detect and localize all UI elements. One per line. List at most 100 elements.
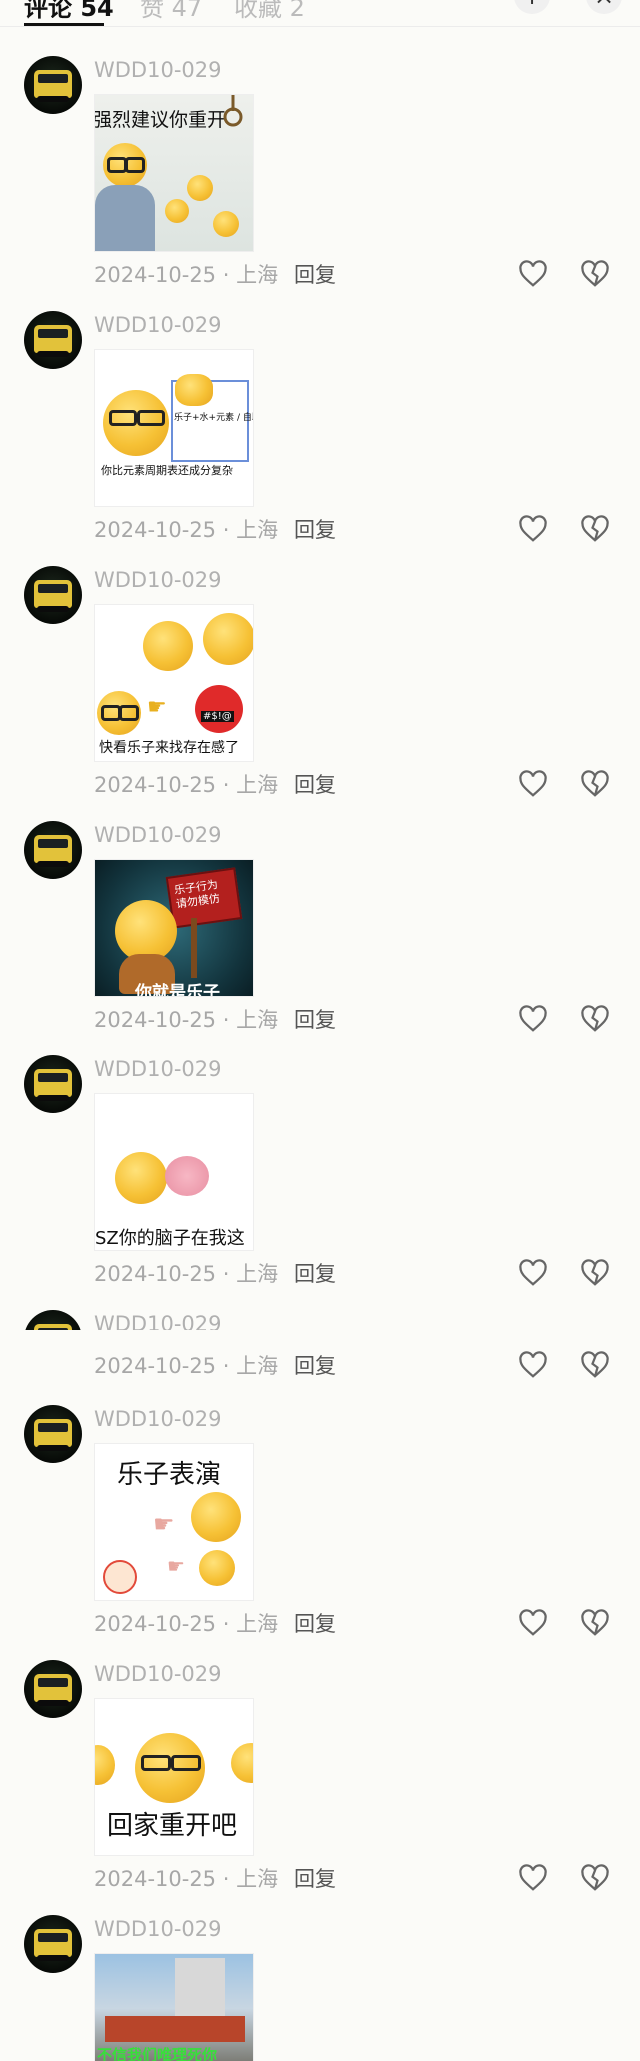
comment-sticker-image[interactable]: 不信我们唯理死你 xyxy=(94,1953,254,2061)
reply-button[interactable]: 回复 xyxy=(294,769,336,799)
sticker-subcaption: #$!@ xyxy=(201,711,234,722)
tab-comments[interactable]: 评论 54 xyxy=(24,0,114,23)
heart-icon[interactable] xyxy=(518,1004,548,1034)
avatar[interactable] xyxy=(24,566,82,624)
comment-location: 上海 xyxy=(236,1354,279,1378)
broken-heart-icon[interactable] xyxy=(580,1608,610,1638)
rofl-emoji-icon xyxy=(203,613,253,665)
tab-likes[interactable]: 赞 47 xyxy=(140,0,202,23)
broken-heart-icon[interactable] xyxy=(580,1258,610,1288)
comment-username[interactable]: WDD10-029 xyxy=(94,1407,222,1431)
comment-date: 2024-10-25 xyxy=(94,1867,217,1891)
comment-date: 2024-10-25 xyxy=(94,1262,217,1286)
top-tab-bar: 评论 54 赞 47 收藏 2 + × xyxy=(0,0,640,27)
sticker-caption: SZ你的脑子在我这 xyxy=(95,1228,245,1249)
fist-icon xyxy=(175,374,213,406)
reply-button[interactable]: 回复 xyxy=(294,1004,336,1034)
broken-heart-icon[interactable] xyxy=(580,259,610,289)
laugh-emoji-icon xyxy=(199,1550,235,1586)
heart-icon[interactable] xyxy=(518,1863,548,1893)
rofl-emoji-icon xyxy=(143,621,193,671)
broken-heart-icon[interactable] xyxy=(580,1350,610,1380)
sticker-caption: 你比元素周期表还成分复杂 xyxy=(101,464,233,477)
sticker-subcaption: 乐子+水+元素 / 自助表 xyxy=(174,413,253,423)
angry-emoji-icon xyxy=(195,685,243,733)
avatar[interactable] xyxy=(24,56,82,114)
comment-date: 2024-10-25 xyxy=(94,1354,217,1378)
close-icon[interactable]: × xyxy=(586,0,622,14)
heart-icon[interactable] xyxy=(518,1350,548,1380)
laugh-emoji-icon xyxy=(165,199,189,223)
heart-icon[interactable] xyxy=(518,769,548,799)
avatar[interactable] xyxy=(24,1915,82,1973)
tab-favorites[interactable]: 收藏 2 xyxy=(234,0,305,23)
noose-icon xyxy=(223,95,243,127)
reply-button[interactable]: 回复 xyxy=(294,1258,336,1288)
comment-meta: 2024-10-25 · 上海 回复 xyxy=(94,514,336,544)
comment-location: 上海 xyxy=(236,773,279,797)
comment-date: 2024-10-25 xyxy=(94,1612,217,1636)
comment-username[interactable]: WDD10-029 xyxy=(94,568,222,592)
sticker-caption: 你就是乐子 xyxy=(135,983,220,997)
avatar[interactable] xyxy=(24,1660,82,1718)
heart-icon[interactable] xyxy=(518,514,548,544)
comment-sticker-image[interactable]: 乐子+水+元素 / 自助表 你比元素周期表还成分复杂 xyxy=(94,349,254,507)
heart-icon[interactable] xyxy=(518,1258,548,1288)
laugh-emoji-icon xyxy=(187,175,213,201)
comment-meta: 2024-10-25 · 上海 回复 xyxy=(94,769,336,799)
brain-icon xyxy=(165,1156,209,1196)
comment-sticker-image[interactable]: 乐子行为 请勿模仿 你就是乐子 xyxy=(94,859,254,997)
comment-meta: 2024-10-25 · 上海 回复 xyxy=(94,1258,336,1288)
comment-username[interactable]: WDD10-029 xyxy=(94,1057,222,1081)
broken-heart-icon[interactable] xyxy=(580,1004,610,1034)
active-tab-indicator xyxy=(24,23,104,26)
comment-username[interactable]: WDD10-029 xyxy=(94,58,222,82)
comment-date: 2024-10-25 xyxy=(94,263,217,287)
thinking-emoji-icon xyxy=(231,1743,253,1783)
avatar[interactable] xyxy=(24,821,82,879)
pointing-hand-icon: ☛ xyxy=(153,1510,175,1538)
heart-icon[interactable] xyxy=(518,1608,548,1638)
comment-location: 上海 xyxy=(236,518,279,542)
comment-date: 2024-10-25 xyxy=(94,1008,217,1032)
comment-username[interactable]: WDD10-029 xyxy=(94,823,222,847)
comment-sticker-image[interactable]: ☛ #$!@ 快看乐子来找存在感了 xyxy=(94,604,254,762)
comment-date: 2024-10-25 xyxy=(94,773,217,797)
comment-username[interactable]: WDD10-029 xyxy=(94,1917,222,1941)
comment-username[interactable]: WDD10-029 xyxy=(94,313,222,337)
comment-item: WDD10-029 不信我们唯理死你 xyxy=(0,1915,640,2061)
comment-username[interactable]: WDD10-029 xyxy=(94,1312,222,1330)
comment-location: 上海 xyxy=(236,1867,279,1891)
pointing-hand-icon: ☛ xyxy=(167,1554,185,1578)
reply-button[interactable]: 回复 xyxy=(294,1608,336,1638)
comment-sticker-image[interactable]: SZ你的脑子在我这 xyxy=(94,1093,254,1251)
sticker-caption: 乐子表演 xyxy=(117,1460,222,1490)
broken-heart-icon[interactable] xyxy=(580,769,610,799)
reply-button[interactable]: 回复 xyxy=(294,1863,336,1893)
comment-sticker-image[interactable]: 强烈建议你重开 xyxy=(94,94,254,252)
broken-heart-icon[interactable] xyxy=(580,514,610,544)
avatar[interactable] xyxy=(24,1310,82,1330)
pointing-hand-icon: ☛ xyxy=(147,695,167,720)
add-icon[interactable]: + xyxy=(514,0,550,14)
comment-sticker-image[interactable]: 乐子表演 ☛ ☛ xyxy=(94,1443,254,1601)
reply-button[interactable]: 回复 xyxy=(294,514,336,544)
broken-heart-icon[interactable] xyxy=(580,1863,610,1893)
comment-meta: 2024-10-25 · 上海 回复 xyxy=(94,1608,336,1638)
comment-username[interactable]: WDD10-029 xyxy=(94,1662,222,1686)
laugh-emoji-icon xyxy=(191,1492,241,1542)
comment-meta: 2024-10-25 · 上海 回复 xyxy=(94,1863,336,1893)
reply-button[interactable]: 回复 xyxy=(294,259,336,289)
laugh-emoji-icon xyxy=(115,1152,167,1204)
reply-button[interactable]: 回复 xyxy=(294,1350,336,1380)
heart-icon[interactable] xyxy=(518,259,548,289)
avatar[interactable] xyxy=(24,1055,82,1113)
comment-location: 上海 xyxy=(236,1262,279,1286)
sticker-caption: 强烈建议你重开 xyxy=(94,109,227,131)
avatar[interactable] xyxy=(24,311,82,369)
sticker-caption: 不信我们唯理死你 xyxy=(97,2046,218,2061)
comment-meta: 2024-10-25 · 上海 回复 xyxy=(94,259,336,289)
avatar[interactable] xyxy=(24,1405,82,1463)
comment-sticker-image[interactable]: 回家重开吧 xyxy=(94,1698,254,1856)
train-locomotive xyxy=(105,2016,245,2042)
